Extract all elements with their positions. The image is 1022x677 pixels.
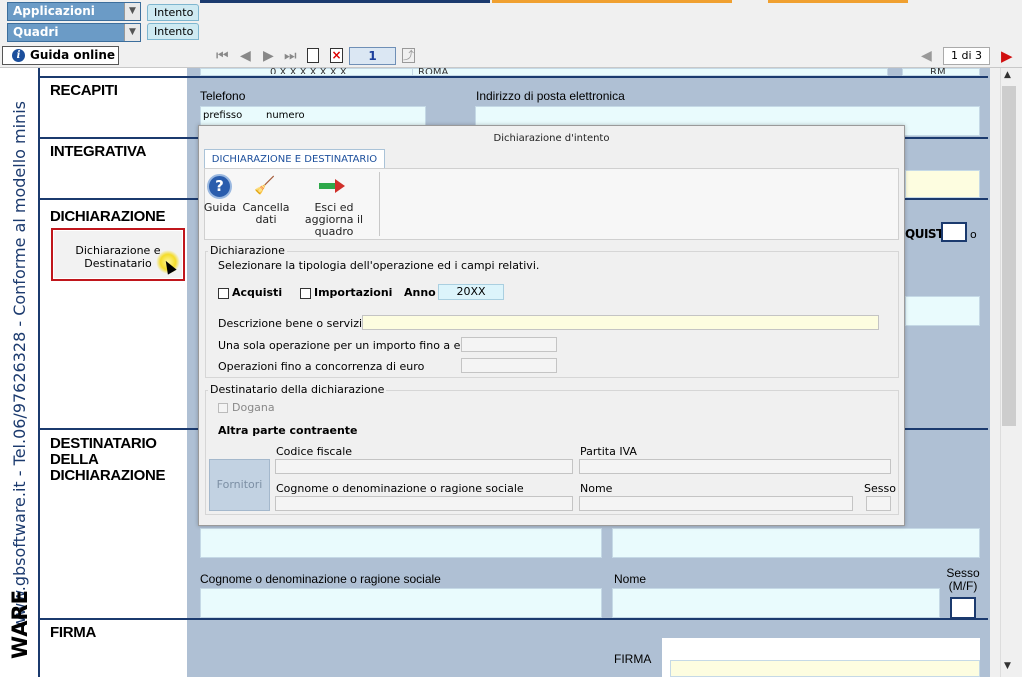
dichiarazione-group-title: Dichiarazione <box>208 244 287 257</box>
dichiarazione-intento-dialog: Dichiarazione d'intento DICHIARAZIONE E … <box>198 125 905 526</box>
sesso-label: Sesso <box>864 482 896 495</box>
codice-fiscale-field[interactable] <box>200 528 602 558</box>
quadri-dropdown[interactable]: Quadri ▼ <box>7 23 141 42</box>
nome-label: Nome <box>580 482 613 495</box>
broom-icon: 🧹 <box>254 176 276 196</box>
applicazioni-dropdown[interactable]: Applicazioni ▼ <box>7 2 141 21</box>
email-label: Indirizzo di posta elettronica <box>476 89 625 103</box>
navigation-bar <box>0 44 1022 68</box>
sesso-label: Sesso (M/F) <box>946 566 980 593</box>
page-number-input[interactable]: 1 <box>349 47 396 65</box>
firma-field[interactable] <box>670 660 980 677</box>
partita-iva-input[interactable] <box>579 459 891 474</box>
fornitori-button[interactable]: Fornitori <box>209 459 270 511</box>
nome-input[interactable] <box>579 496 853 511</box>
section-divider <box>40 618 988 620</box>
cognome-field[interactable] <box>200 588 602 618</box>
accent-bar-blue <box>200 0 490 3</box>
o-partial-label: o <box>970 228 977 241</box>
descrizione-label: Descrizione bene o servizio <box>218 317 369 330</box>
partial-value-left: 0 X X X X X X X <box>270 67 347 74</box>
scroll-up-icon[interactable]: ▲ <box>1004 70 1011 80</box>
integrativa-field[interactable] <box>905 170 980 198</box>
destinatario-group-title: Destinatario della dichiarazione <box>208 383 387 396</box>
chevron-down-icon[interactable]: ▼ <box>124 24 140 41</box>
guida-online-label: Guida online <box>30 48 116 62</box>
cognome-input[interactable] <box>275 496 573 511</box>
codice-fiscale-label: Codice fiscale <box>276 445 353 458</box>
acquisti-checkbox[interactable] <box>941 222 967 242</box>
goto-page-icon[interactable]: ⤴ <box>402 48 415 63</box>
cancella-dati-button[interactable]: 🧹 Cancella dati <box>242 174 290 230</box>
quadri-label: Quadri <box>13 25 59 39</box>
first-page-icon[interactable]: ⏮ <box>216 48 229 64</box>
sesso-field[interactable] <box>950 597 976 619</box>
firma-label: FIRMA <box>614 652 652 666</box>
applicazioni-label: Applicazioni <box>13 4 95 18</box>
scroll-down-icon[interactable]: ▼ <box>1004 661 1011 671</box>
guida-toolbar-label: Guida <box>203 201 237 214</box>
section-destinatario: DESTINATARIO DELLA DICHIARAZIONE <box>50 435 166 484</box>
esci-aggiorna-button[interactable]: Esci ed aggiorna il quadro <box>292 174 376 238</box>
scrollbar-thumb[interactable] <box>1002 86 1016 426</box>
tab-dichiarazione-destinatario[interactable]: DICHIARAZIONE E DESTINATARIO <box>204 149 385 169</box>
una-sola-input[interactable] <box>461 337 557 352</box>
accent-bar-orange-2 <box>768 0 908 3</box>
help-icon: ? <box>207 174 232 199</box>
altra-parte-label: Altra parte contraente <box>218 424 358 437</box>
cognome-label: Cognome o denominazione o ragione social… <box>200 572 441 586</box>
exit-arrow-icon <box>319 179 347 193</box>
chevron-down-icon[interactable]: ▼ <box>124 3 140 20</box>
dogana-checkbox[interactable] <box>218 403 228 413</box>
acquisti-checkbox[interactable] <box>218 288 229 299</box>
vertical-brand-bottom: WARE <box>8 590 32 659</box>
section-integrativa: INTEGRATIVA <box>50 143 147 160</box>
section-dichiarazione: DICHIARAZIONE <box>50 208 166 225</box>
esci-aggiorna-label: Esci ed aggiorna il quadro <box>304 201 364 238</box>
vertical-brand-text: www.gbsoftware.it - Tel.06/97626328 - Co… <box>10 101 29 629</box>
dialog-title: Dichiarazione d'intento <box>493 133 610 144</box>
section-firma: FIRMA <box>50 624 96 641</box>
importazioni-checkbox[interactable] <box>300 288 311 299</box>
anno-label: Anno <box>404 286 436 299</box>
operazioni-fino-label: Operazioni fino a concorrenza di euro <box>218 360 425 373</box>
guida-toolbar-button[interactable]: ? Guida <box>204 174 236 230</box>
dogana-label: Dogana <box>232 401 275 414</box>
cancella-dati-label: Cancella dati <box>242 201 290 226</box>
codice-fiscale-input[interactable] <box>275 459 573 474</box>
partita-iva-field[interactable] <box>612 528 980 558</box>
prefisso-label: prefisso <box>203 110 243 121</box>
una-sola-label: Una sola operazione per un importo fino … <box>218 339 479 352</box>
acquisti-label: Acquisti <box>232 286 283 299</box>
descrizione-input[interactable] <box>362 315 879 330</box>
descrizione-partial-field[interactable] <box>905 296 980 326</box>
partial-value-comune: ROMA <box>418 67 449 74</box>
operazioni-fino-input[interactable] <box>461 358 557 373</box>
toolbar-separator <box>379 172 380 236</box>
instruction-text: Selezionare la tipologia dell'operazione… <box>218 259 540 272</box>
importazioni-label: Importazioni <box>314 286 393 299</box>
anno-input[interactable]: 20XX <box>438 284 504 300</box>
tab-intento-quadri[interactable]: Intento <box>147 23 199 40</box>
accent-bar-orange <box>492 0 732 3</box>
nome-field[interactable] <box>612 588 940 618</box>
partial-field-comune[interactable] <box>412 68 888 76</box>
dichiarazione-destinatario-label: Dichiarazione e Destinatario <box>75 244 161 270</box>
delete-page-icon[interactable]: × <box>330 48 343 63</box>
section-divider <box>40 76 988 78</box>
cognome-label: Cognome o denominazione o ragione social… <box>276 482 524 495</box>
nome-label: Nome <box>614 572 647 586</box>
numero-label: numero <box>266 110 305 121</box>
telefono-label: Telefono <box>200 89 246 103</box>
tab-intento-applicazioni[interactable]: Intento <box>147 4 199 21</box>
partita-iva-label: Partita IVA <box>580 445 637 458</box>
page-count: 1 di 3 <box>943 47 990 65</box>
previous-page-icon[interactable]: ◀ <box>240 48 251 64</box>
section-recapiti: RECAPITI <box>50 82 118 99</box>
sesso-input[interactable] <box>866 496 891 511</box>
next-quadro-icon[interactable]: ▶ <box>1001 47 1013 65</box>
new-page-icon[interactable] <box>307 48 319 63</box>
partial-value-provincia: RM <box>930 67 946 74</box>
